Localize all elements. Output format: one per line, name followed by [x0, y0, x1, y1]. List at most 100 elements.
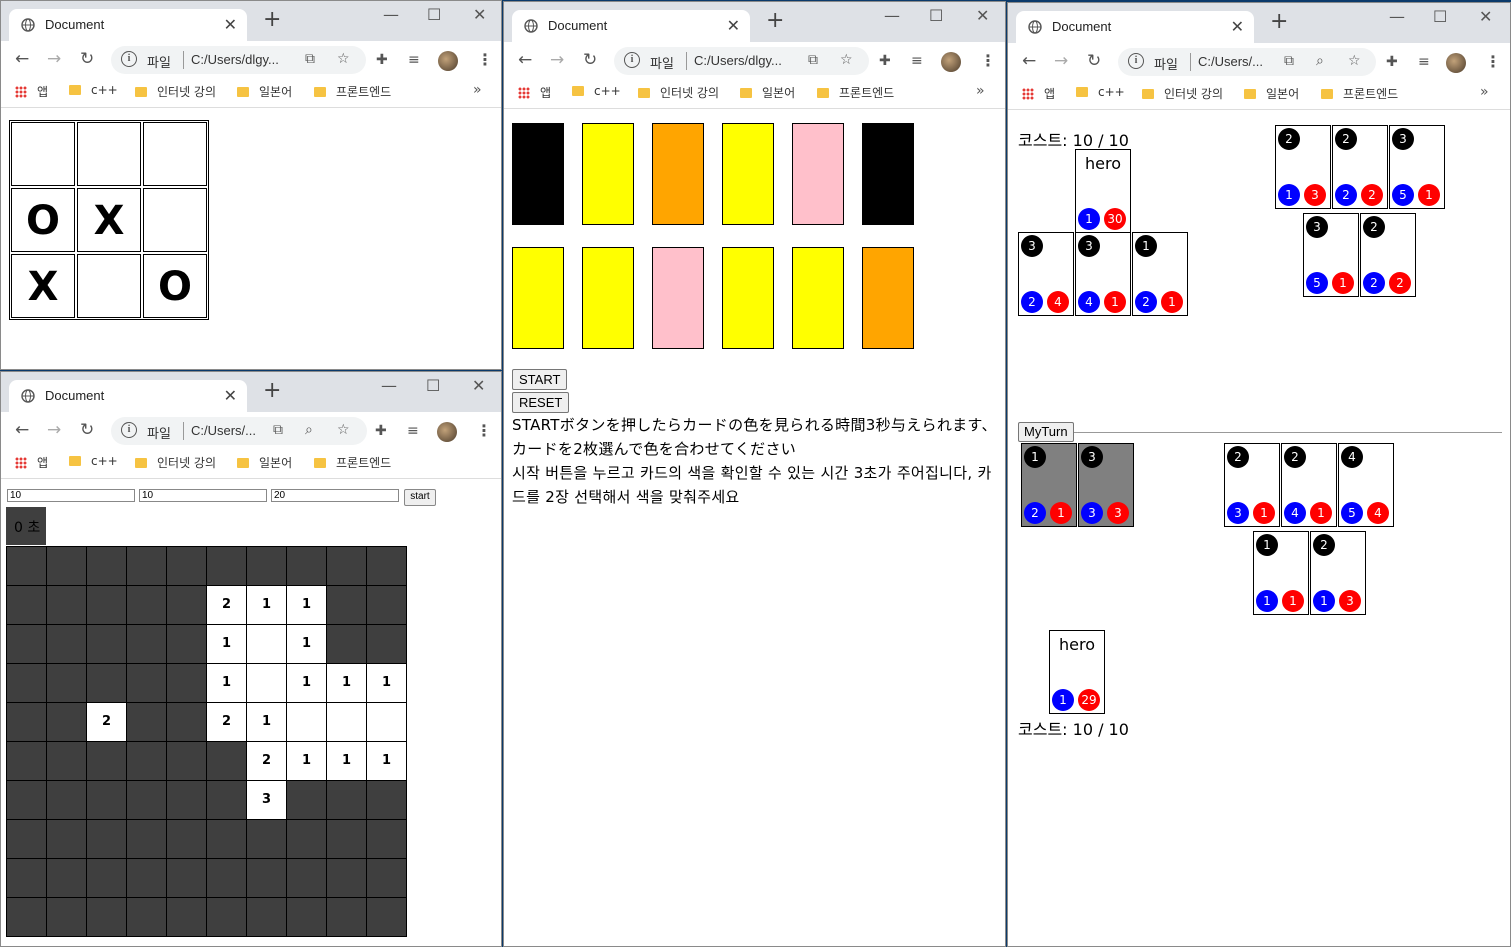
mine-cell[interactable]: 1: [247, 586, 287, 625]
start-button[interactable]: start: [404, 489, 436, 506]
mine-cell[interactable]: [327, 781, 367, 820]
mine-cell[interactable]: [207, 547, 247, 586]
color-card[interactable]: [582, 123, 634, 225]
mine-cell[interactable]: [287, 898, 327, 937]
color-card[interactable]: [792, 123, 844, 225]
enemy-minion-card[interactable]: 2 13: [1275, 125, 1331, 209]
mine-cell[interactable]: [167, 781, 207, 820]
mine-cell[interactable]: [287, 820, 327, 859]
translate-icon[interactable]: ⧉: [305, 51, 315, 67]
mine-cell[interactable]: [167, 703, 207, 742]
bookmark-cpp[interactable]: c++: [69, 83, 118, 97]
mine-cell[interactable]: 1: [287, 742, 327, 781]
mine-cell[interactable]: [327, 586, 367, 625]
mine-cell[interactable]: [7, 625, 47, 664]
mine-cell[interactable]: 2: [207, 586, 247, 625]
close-window-icon[interactable]: ✕: [473, 5, 486, 24]
mine-cell[interactable]: [367, 586, 407, 625]
mine-cell[interactable]: [7, 664, 47, 703]
menu-icon[interactable]: ⋮: [980, 51, 996, 70]
mine-cell[interactable]: [367, 898, 407, 937]
mine-cell[interactable]: 1: [367, 664, 407, 703]
mine-cell[interactable]: [287, 703, 327, 742]
address-bar[interactable]: i 파일 C:/Users/... ⧉ ⌕ ☆: [1118, 48, 1376, 76]
mine-cell[interactable]: [287, 547, 327, 586]
enemy-minion-card[interactable]: 121: [1132, 232, 1188, 316]
bookmark-japanese[interactable]: 일본어: [237, 83, 292, 100]
forward-icon[interactable]: →: [47, 49, 61, 69]
mine-cell[interactable]: [327, 898, 367, 937]
more-bookmarks-icon[interactable]: »: [473, 82, 482, 98]
my-minion-card[interactable]: 333: [1078, 443, 1134, 527]
enemy-minion-card[interactable]: 222: [1332, 125, 1388, 209]
mine-cell[interactable]: 1: [287, 586, 327, 625]
ttt-cell[interactable]: O: [143, 254, 207, 318]
new-tab-icon[interactable]: +: [263, 380, 281, 402]
mine-cell[interactable]: [127, 547, 167, 586]
bookmark-japanese[interactable]: 일본어: [237, 454, 292, 471]
mine-cell[interactable]: 1: [367, 742, 407, 781]
translate-icon[interactable]: ⧉: [273, 422, 283, 438]
color-card[interactable]: [722, 247, 774, 349]
mine-cell[interactable]: [167, 820, 207, 859]
minimize-icon[interactable]: —: [383, 5, 399, 24]
media-icon[interactable]: ≡: [408, 52, 420, 68]
mine-cell[interactable]: [47, 859, 87, 898]
mine-cell[interactable]: [47, 820, 87, 859]
ttt-cell[interactable]: [77, 254, 141, 318]
close-window-icon[interactable]: ✕: [1479, 7, 1492, 26]
reload-icon[interactable]: ↻: [80, 49, 94, 69]
back-icon[interactable]: ←: [1022, 51, 1036, 71]
avatar[interactable]: [1446, 53, 1466, 73]
star-icon[interactable]: ☆: [337, 422, 350, 438]
browser-tab[interactable]: Document ✕: [512, 10, 750, 42]
forward-icon[interactable]: →: [550, 50, 564, 70]
mine-cell[interactable]: [167, 742, 207, 781]
mine-cell[interactable]: [367, 547, 407, 586]
bookmark-japanese[interactable]: 일본어: [740, 84, 795, 101]
zoom-icon[interactable]: ⌕: [1316, 53, 1324, 69]
mine-cell[interactable]: [327, 820, 367, 859]
color-card[interactable]: [862, 247, 914, 349]
minimize-icon[interactable]: —: [381, 376, 397, 395]
bookmark-apps[interactable]: 앱: [518, 84, 551, 101]
mine-cell[interactable]: [327, 703, 367, 742]
reset-button[interactable]: RESET: [512, 392, 570, 413]
mine-cell[interactable]: [47, 781, 87, 820]
bookmark-cpp[interactable]: c++: [1076, 85, 1125, 99]
extensions-icon[interactable]: ✚: [1386, 54, 1398, 70]
media-icon[interactable]: ≡: [407, 423, 419, 439]
menu-icon[interactable]: ⋮: [1485, 52, 1501, 71]
translate-icon[interactable]: ⧉: [808, 52, 818, 68]
forward-icon[interactable]: →: [47, 420, 61, 440]
mine-cell[interactable]: [167, 859, 207, 898]
avatar[interactable]: [941, 52, 961, 72]
mine-cell[interactable]: [87, 859, 127, 898]
mine-cell[interactable]: 1: [207, 625, 247, 664]
star-icon[interactable]: ☆: [1348, 53, 1361, 69]
address-bar[interactable]: i 파일 C:/Users/dlgy... ⧉ ☆: [614, 47, 869, 75]
mine-cell[interactable]: 1: [207, 664, 247, 703]
enemy-minion-card[interactable]: 3 41: [1075, 232, 1131, 316]
bookmark-apps[interactable]: 앱: [15, 83, 48, 100]
bookmark-cpp[interactable]: c++: [572, 84, 621, 98]
mine-cell[interactable]: 1: [327, 664, 367, 703]
enemy-minion-card[interactable]: 3 51: [1389, 125, 1445, 209]
color-card[interactable]: [652, 123, 704, 225]
my-hero-card[interactable]: hero 1 29: [1049, 630, 1105, 714]
mine-cell[interactable]: [167, 664, 207, 703]
ttt-cell[interactable]: [11, 122, 75, 186]
reload-icon[interactable]: ↻: [80, 420, 94, 440]
my-minion-card[interactable]: 2 31: [1224, 443, 1280, 527]
bookmark-frontend[interactable]: 프론트엔드: [817, 84, 894, 101]
color-card[interactable]: [582, 247, 634, 349]
my-minion-card[interactable]: 2 41: [1281, 443, 1337, 527]
mine-cell[interactable]: 1: [327, 742, 367, 781]
mine-cell[interactable]: [7, 586, 47, 625]
menu-icon[interactable]: ⋮: [477, 50, 493, 69]
mine-cell[interactable]: [327, 625, 367, 664]
mine-cell[interactable]: [87, 625, 127, 664]
more-bookmarks-icon[interactable]: »: [976, 83, 985, 99]
mine-cell[interactable]: 2: [247, 742, 287, 781]
ttt-cell[interactable]: [77, 122, 141, 186]
